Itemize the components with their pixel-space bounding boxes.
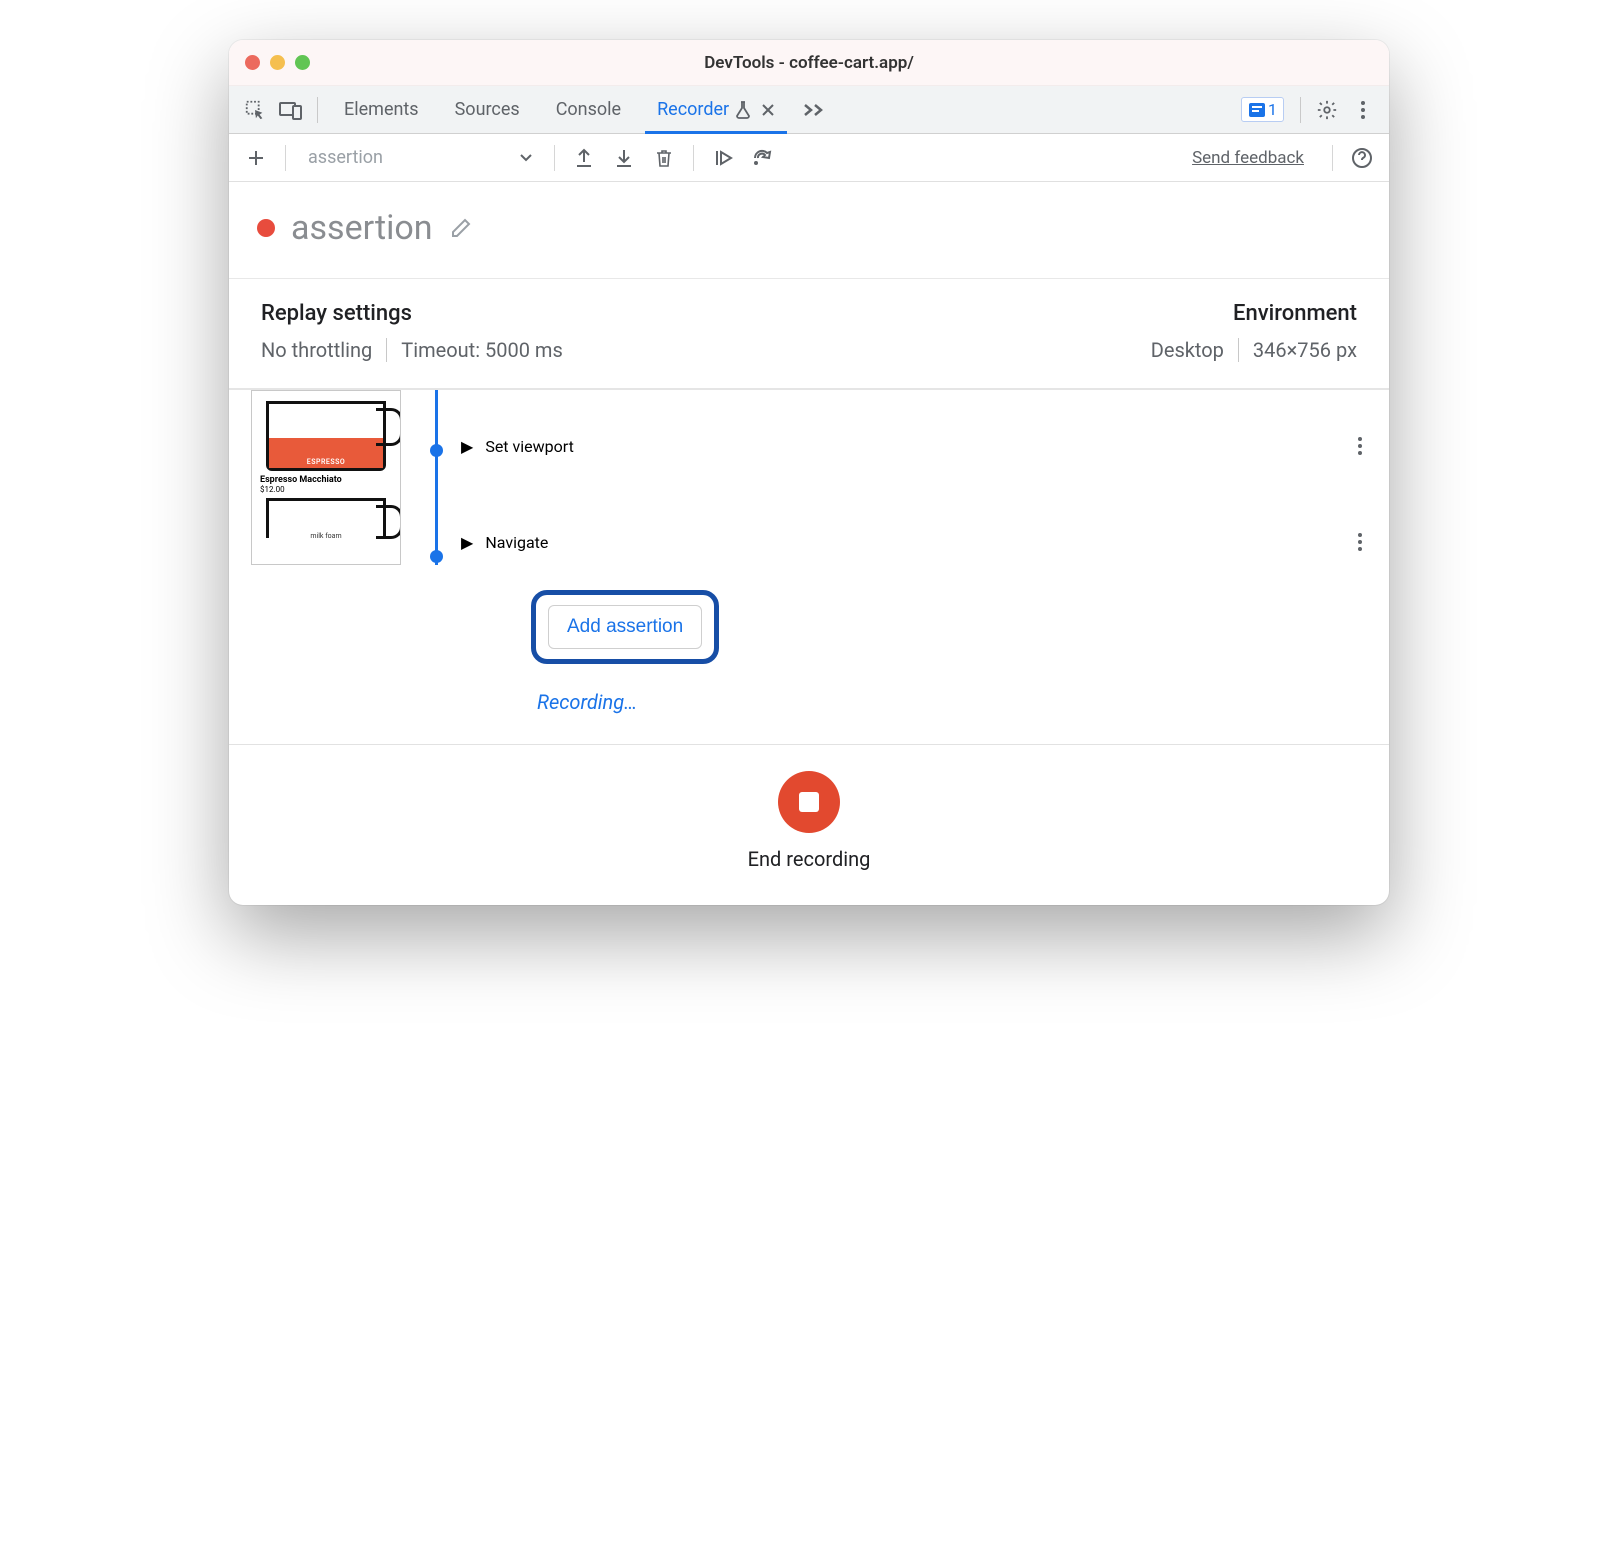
- step-row[interactable]: ▶ Set viewport: [461, 428, 1371, 464]
- close-icon[interactable]: [761, 103, 775, 117]
- tab-label: Recorder: [657, 99, 729, 120]
- device-value: Desktop: [1151, 338, 1224, 362]
- devtools-window: DevTools - coffee-cart.app/ Elements: [229, 40, 1389, 905]
- issues-badge[interactable]: 1: [1241, 97, 1284, 122]
- delete-icon[interactable]: [649, 143, 679, 173]
- tab-recorder[interactable]: Recorder: [639, 86, 793, 133]
- tab-label: Sources: [455, 99, 520, 120]
- recording-status: Recording…: [537, 690, 1371, 714]
- separator: [554, 145, 555, 171]
- edit-icon[interactable]: [449, 216, 473, 240]
- window-titlebar: DevTools - coffee-cart.app/: [229, 40, 1389, 86]
- new-recording-button[interactable]: [241, 143, 271, 173]
- timeline-dot-icon: [430, 550, 443, 563]
- add-assertion-highlight: Add assertion: [531, 590, 719, 664]
- step-label: Navigate: [485, 533, 548, 552]
- tab-label: Console: [556, 99, 621, 120]
- dimensions-value: 346×756 px: [1253, 338, 1357, 362]
- end-recording-button[interactable]: [778, 771, 840, 833]
- separator: [693, 145, 694, 171]
- replay-settings[interactable]: Replay settings No throttling Timeout: 5…: [261, 301, 563, 362]
- cup-graphic-icon: milk foam: [266, 498, 386, 538]
- recording-name: assertion: [291, 208, 433, 248]
- kebab-menu-icon[interactable]: [1345, 86, 1381, 134]
- recording-indicator-icon: [257, 219, 275, 237]
- step-label: Set viewport: [485, 437, 574, 456]
- timeline-dot-icon: [430, 444, 443, 457]
- tab-console[interactable]: Console: [538, 86, 639, 133]
- tab-sources[interactable]: Sources: [437, 86, 538, 133]
- flask-icon: [735, 101, 751, 119]
- cup-graphic-icon: ESPRESSO: [266, 401, 386, 471]
- thumb-product-name: Espresso Macchiato: [258, 473, 394, 485]
- end-recording-label: End recording: [748, 847, 871, 871]
- add-assertion-button[interactable]: Add assertion: [548, 605, 702, 649]
- separator: [1300, 97, 1301, 123]
- help-icon[interactable]: [1347, 143, 1377, 173]
- separator: [317, 97, 318, 123]
- issues-count: 1: [1268, 100, 1277, 119]
- replay-settings-heading: Replay settings: [261, 301, 563, 326]
- settings-icon[interactable]: [1309, 86, 1345, 134]
- steps-column: ▶ Set viewport ▶ Navigate Add: [461, 390, 1389, 744]
- separator: [285, 145, 286, 171]
- cup2-label: milk foam: [269, 532, 383, 540]
- step-kebab-icon[interactable]: [1349, 524, 1371, 560]
- thumb-product-price: $12.00: [258, 485, 394, 498]
- recording-select-value: assertion: [308, 147, 383, 168]
- screenshot-column: ESPRESSO Espresso Macchiato $12.00 milk …: [251, 390, 411, 744]
- recording-select[interactable]: assertion: [300, 142, 540, 174]
- device-toolbar-icon[interactable]: [273, 86, 309, 134]
- timeline-rail: [411, 390, 461, 744]
- throttling-value: No throttling: [261, 338, 372, 362]
- step-row[interactable]: ▶ Navigate: [461, 524, 1371, 560]
- replay-icon[interactable]: [708, 143, 738, 173]
- environment-heading: Environment: [1151, 301, 1357, 326]
- separator: [386, 338, 387, 362]
- recorder-toolbar: assertion Send feedback: [229, 134, 1389, 182]
- chevron-down-icon: [520, 154, 532, 162]
- screenshot-thumbnail[interactable]: ESPRESSO Espresso Macchiato $12.00 milk …: [251, 390, 401, 565]
- inspect-element-icon[interactable]: [237, 86, 273, 134]
- expand-icon[interactable]: ▶: [461, 437, 473, 456]
- separator: [1238, 338, 1239, 362]
- export-icon[interactable]: [569, 143, 599, 173]
- stop-icon: [799, 792, 819, 812]
- window-title: DevTools - coffee-cart.app/: [229, 53, 1389, 73]
- import-icon[interactable]: [609, 143, 639, 173]
- separator: [1332, 145, 1333, 171]
- timeout-value: Timeout: 5000 ms: [401, 338, 563, 362]
- expand-icon[interactable]: ▶: [461, 533, 473, 552]
- devtools-tabstrip: Elements Sources Console Recorder: [229, 86, 1389, 134]
- step-icon[interactable]: [748, 143, 778, 173]
- recording-footer: End recording: [229, 744, 1389, 905]
- tab-elements[interactable]: Elements: [326, 86, 437, 133]
- recording-timeline: ESPRESSO Espresso Macchiato $12.00 milk …: [229, 390, 1389, 744]
- cup-label: ESPRESSO: [269, 458, 383, 466]
- recording-header: assertion: [229, 182, 1389, 279]
- step-kebab-icon[interactable]: [1349, 428, 1371, 464]
- send-feedback-link[interactable]: Send feedback: [1192, 148, 1304, 168]
- environment-settings[interactable]: Environment Desktop 346×756 px: [1151, 301, 1357, 362]
- settings-row: Replay settings No throttling Timeout: 5…: [229, 279, 1389, 390]
- tab-label: Elements: [344, 99, 419, 120]
- more-tabs-button[interactable]: [793, 86, 835, 133]
